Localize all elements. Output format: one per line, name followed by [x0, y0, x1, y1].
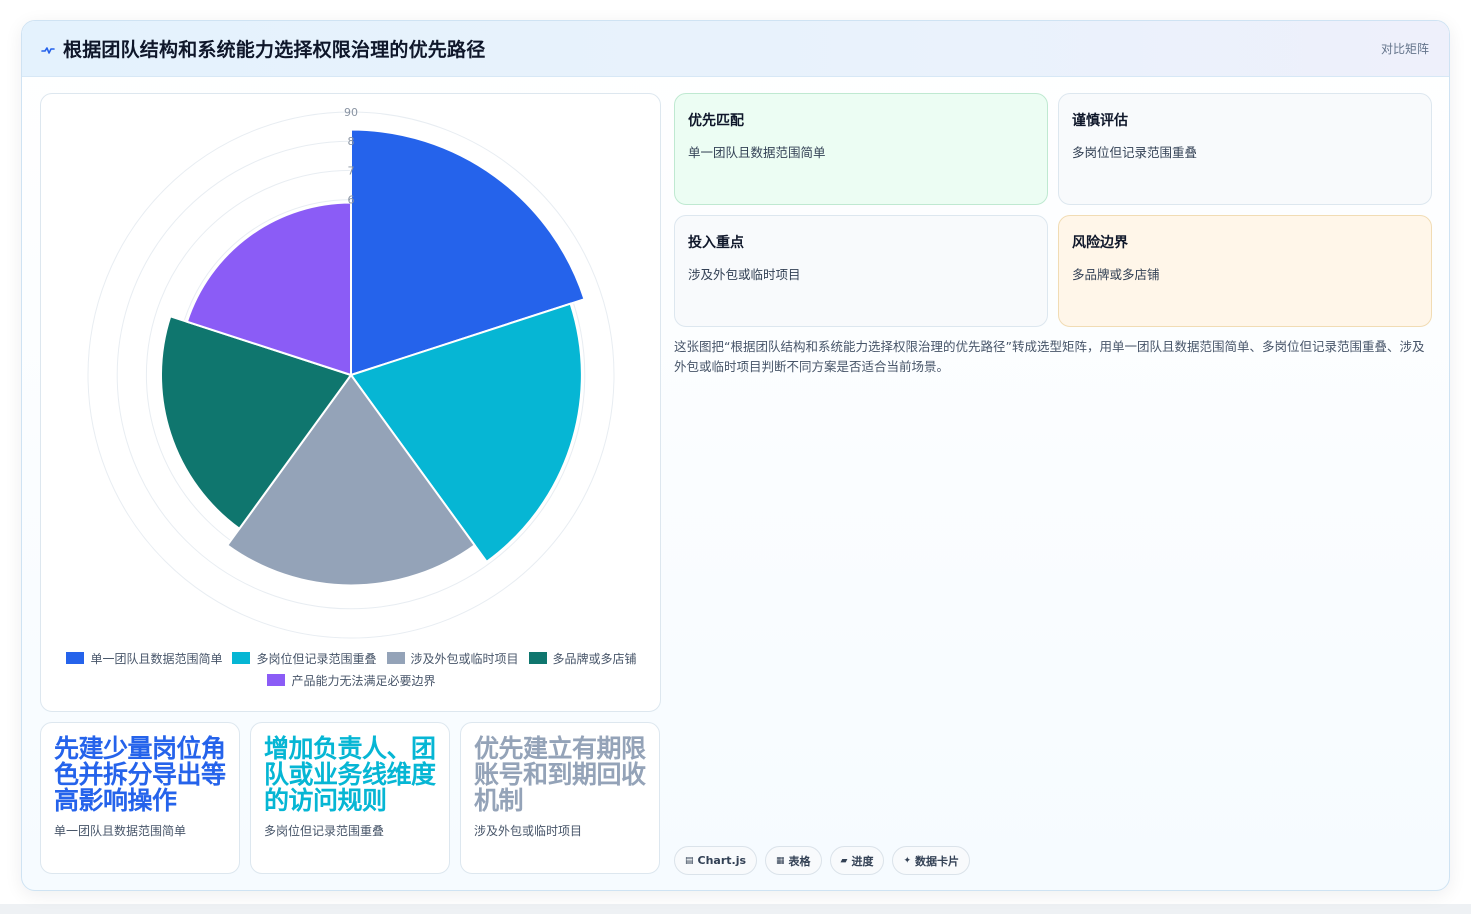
chip-label: Chart.js — [697, 854, 747, 867]
stat-value: 优先建立有期限账号和到期回收机制 — [474, 734, 646, 815]
table-icon: ▦ — [776, 855, 785, 866]
axis-tick-label: 7 — [348, 164, 355, 177]
legend-swatch — [267, 674, 286, 686]
legend-swatch — [66, 652, 85, 664]
stat-card-2: 增加负责人、团队或业务线维度的访问规则 多岗位但记录范围重叠 — [250, 722, 450, 874]
polar-area-chart: 90 8 7 6 — [87, 106, 615, 639]
quadrant-desc: 多品牌或多店铺 — [1072, 267, 1160, 282]
legend-item[interactable]: 产品能力无法满足必要边界 — [267, 672, 436, 688]
stat-label: 多岗位但记录范围重叠 — [264, 824, 385, 838]
quadrant-risk-boundary: 风险边界 多品牌或多店铺 — [1058, 215, 1432, 327]
stat-card-1: 先建少量岗位角色并拆分导出等高影响操作 单一团队且数据范围简单 — [40, 722, 240, 874]
stat-card-3: 优先建立有期限账号和到期回收机制 涉及外包或临时项目 — [460, 722, 660, 874]
legend-label: 多品牌或多店铺 — [552, 651, 637, 666]
chip-label: 表格 — [788, 854, 811, 868]
stat-label: 单一团队且数据范围简单 — [54, 824, 187, 838]
legend-label: 单一团队且数据范围简单 — [90, 651, 223, 666]
chip-table[interactable]: ▦ 表格 — [765, 846, 822, 875]
chart-panel: 90 8 7 6 单一团队且数据范围简单 多岗位但记录范围重叠 涉及外包或临时项目 多品牌或… — [40, 93, 661, 712]
axis-tick-label: 90 — [344, 106, 358, 119]
legend-label: 涉及外包或临时项目 — [410, 651, 519, 666]
chip-label: 进度 — [851, 854, 874, 868]
axis-tick-label: 8 — [348, 135, 355, 148]
quadrant-title: 优先匹配 — [688, 113, 744, 129]
sparkle-icon: ✦ — [903, 855, 912, 866]
stat-label: 涉及外包或临时项目 — [474, 824, 583, 838]
legend-item[interactable]: 单一团队且数据范围简单 — [66, 650, 222, 666]
quadrant-desc: 多岗位但记录范围重叠 — [1072, 145, 1198, 160]
chip-label: 数据卡片 — [915, 854, 960, 868]
chart-legend: 单一团队且数据范围简单 多岗位但记录范围重叠 涉及外包或临时项目 多品牌或多店铺产品能… — [41, 650, 662, 688]
tech-chips: ▤ Chart.js ▦ 表格 ▰ 进度 ✦ 数据卡片 — [674, 846, 971, 875]
chart-icon: ▤ — [685, 855, 694, 866]
legend-swatch — [232, 652, 251, 664]
legend-item[interactable]: 多岗位但记录范围重叠 — [232, 650, 377, 666]
matrix-card: 根据团队结构和系统能力选择权限治理的优先路径 对比矩阵 90 8 7 6 单一团队且数… — [21, 20, 1450, 891]
header-left: 根据团队结构和系统能力选择权限治理的优先路径 — [41, 35, 485, 62]
quadrant-title: 投入重点 — [688, 235, 744, 251]
chip-chartjs[interactable]: ▤ Chart.js — [674, 846, 758, 875]
legend-item[interactable]: 多品牌或多店铺 — [528, 650, 637, 666]
view-tag[interactable]: 对比矩阵 — [1381, 40, 1429, 57]
pulse-icon — [41, 42, 55, 56]
page-bottom-band — [0, 904, 1471, 914]
legend-label: 产品能力无法满足必要边界 — [291, 673, 436, 688]
progress-icon: ▰ — [840, 855, 848, 866]
chip-data-card[interactable]: ✦ 数据卡片 — [892, 846, 971, 875]
stat-value: 增加负责人、团队或业务线维度的访问规则 — [264, 734, 436, 815]
page-title: 根据团队结构和系统能力选择权限治理的优先路径 — [63, 39, 486, 61]
quadrant-priority-match: 优先匹配 单一团队且数据范围简单 — [674, 93, 1048, 205]
quadrant-desc: 单一团队且数据范围简单 — [688, 145, 826, 160]
quadrant-desc: 涉及外包或临时项目 — [688, 267, 801, 282]
quadrant-invest-focus: 投入重点 涉及外包或临时项目 — [674, 215, 1048, 327]
legend-item[interactable]: 涉及外包或临时项目 — [386, 650, 519, 666]
stat-value: 先建少量岗位角色并拆分导出等高影响操作 — [54, 734, 226, 815]
legend-label: 多岗位但记录范围重叠 — [256, 651, 377, 666]
quadrant-cautious-eval: 谨慎评估 多岗位但记录范围重叠 — [1058, 93, 1432, 205]
legend-swatch — [386, 652, 405, 664]
chip-progress[interactable]: ▰ 进度 — [829, 846, 885, 875]
matrix-description: 这张图把“根据团队结构和系统能力选择权限治理的优先路径”转成选型矩阵，用单一团队… — [674, 339, 1425, 374]
quadrant-title: 谨慎评估 — [1072, 113, 1128, 129]
quadrant-title: 风险边界 — [1072, 235, 1128, 251]
card-header: 根据团队结构和系统能力选择权限治理的优先路径 对比矩阵 — [22, 21, 1449, 77]
legend-swatch — [528, 652, 547, 664]
axis-tick-label: 6 — [348, 194, 355, 207]
